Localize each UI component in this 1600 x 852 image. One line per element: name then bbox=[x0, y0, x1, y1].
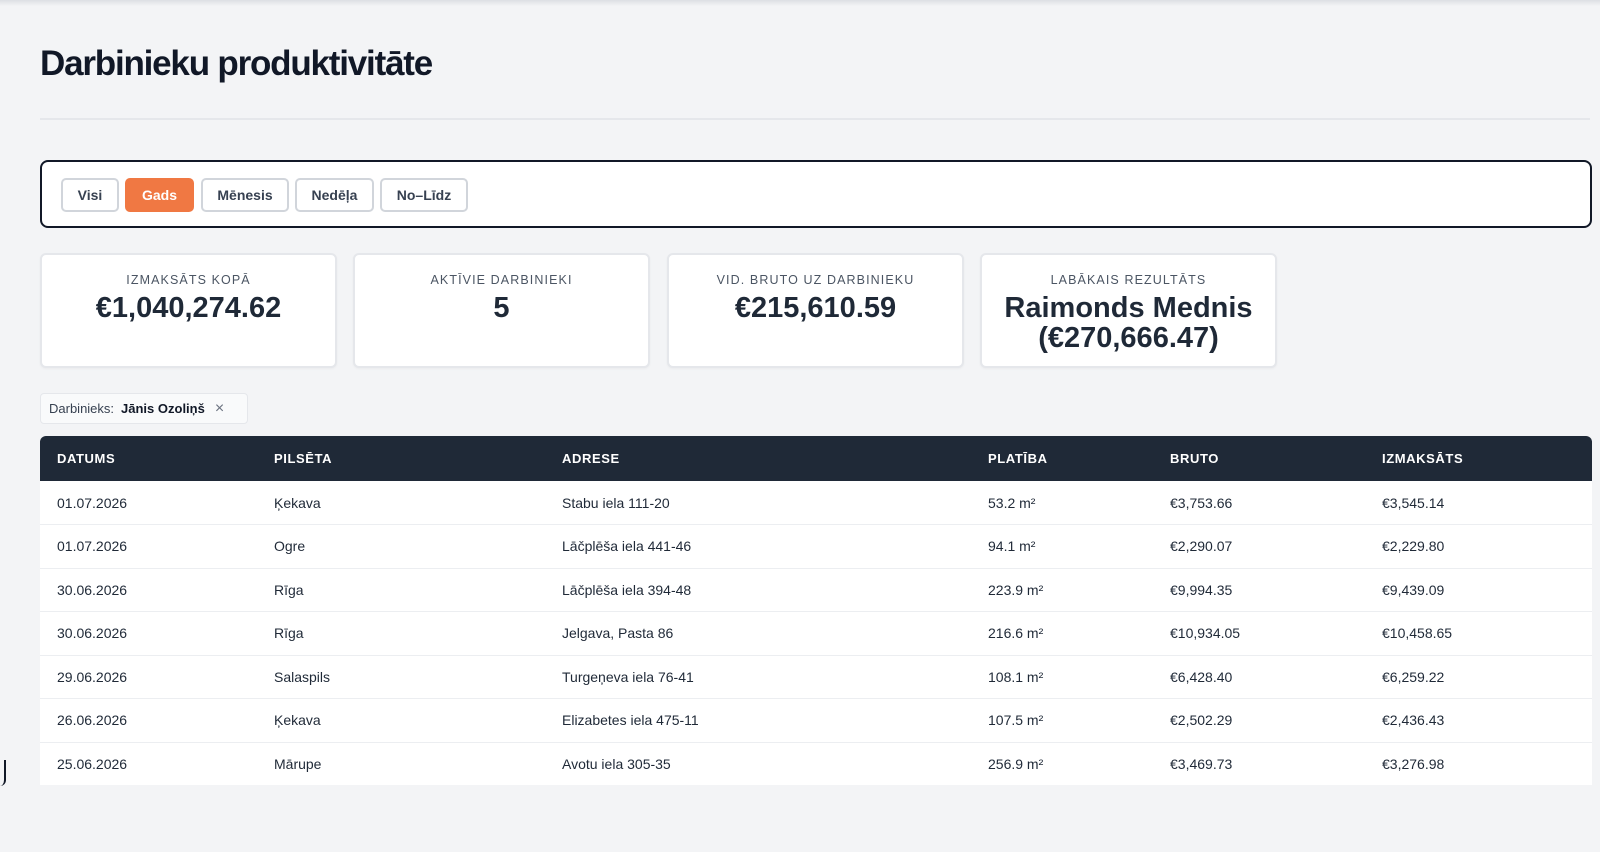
stat-card-best-result: LABĀKAIS REZULTĀTS Raimonds Mednis (€270… bbox=[980, 253, 1277, 368]
cell-city: Salaspils bbox=[274, 668, 331, 685]
table-row[interactable]: 01.07.2026 Ķekava Stabu iela 111-20 53.2… bbox=[40, 481, 1592, 525]
cell-paid: €3,545.14 bbox=[1382, 494, 1445, 511]
employee-filter-chip: Darbinieks: Jānis Ozoliņš × bbox=[40, 393, 248, 424]
cell-paid: €9,439.09 bbox=[1382, 581, 1445, 598]
edge-decoration bbox=[0, 760, 6, 786]
cell-area: 216.6 m² bbox=[988, 625, 1044, 642]
cell-area: 53.2 m² bbox=[988, 494, 1036, 511]
filter-all-button[interactable]: Visi bbox=[61, 178, 119, 212]
column-header-gross[interactable]: BRUTO bbox=[1153, 436, 1365, 481]
stat-label: AKTĪVIE DARBINIEKI bbox=[430, 273, 573, 287]
stat-label: VID. BRUTO UZ DARBINIEKU bbox=[716, 273, 915, 287]
period-filter-bar: Visi Gads Mēnesis Nedēļa No–Līdz bbox=[40, 160, 1592, 228]
filter-week-button[interactable]: Nedēļa bbox=[295, 178, 374, 212]
cell-address: Turgeņeva iela 76-41 bbox=[562, 668, 694, 685]
cell-gross: €9,994.35 bbox=[1170, 581, 1233, 598]
cell-gross: €3,469.73 bbox=[1170, 755, 1233, 772]
cell-date: 26.06.2026 bbox=[57, 712, 128, 729]
chip-label: Darbinieks: bbox=[49, 401, 115, 416]
cell-date: 29.06.2026 bbox=[57, 668, 128, 685]
cell-city: Ogre bbox=[274, 538, 306, 555]
stat-card-avg-gross: VID. BRUTO UZ DARBINIEKU €215,610.59 bbox=[667, 253, 964, 368]
cell-area: 94.1 m² bbox=[988, 538, 1036, 555]
filter-year-button[interactable]: Gads bbox=[125, 178, 194, 212]
cell-date: 30.06.2026 bbox=[57, 625, 128, 642]
stat-value: Raimonds Mednis (€270,666.47) bbox=[1004, 292, 1253, 354]
cell-city: Mārupe bbox=[274, 755, 322, 772]
stat-value: 5 bbox=[493, 292, 510, 324]
cell-paid: €3,276.98 bbox=[1382, 755, 1445, 772]
results-table: DATUMS PILSĒTA ADRESE PLATĪBA BRUTO IZMA… bbox=[40, 436, 1592, 785]
cell-date: 30.06.2026 bbox=[57, 581, 128, 598]
column-header-date[interactable]: DATUMS bbox=[40, 436, 257, 481]
cell-paid: €10,458.65 bbox=[1382, 625, 1453, 642]
cell-gross: €10,934.05 bbox=[1170, 625, 1241, 642]
title-divider bbox=[40, 118, 1590, 120]
column-header-paid[interactable]: IZMAKSĀTS bbox=[1365, 436, 1592, 481]
table-row[interactable]: 30.06.2026 Rīga Lāčplēša iela 394-48 223… bbox=[40, 568, 1592, 612]
cell-area: 223.9 m² bbox=[988, 581, 1044, 598]
cell-city: Rīga bbox=[274, 581, 304, 598]
cell-address: Lāčplēša iela 441-46 bbox=[562, 538, 692, 555]
cell-paid: €2,436.43 bbox=[1382, 712, 1445, 729]
cell-gross: €2,502.29 bbox=[1170, 712, 1233, 729]
cell-address: Lāčplēša iela 394-48 bbox=[562, 581, 692, 598]
column-header-area[interactable]: PLATĪBA bbox=[971, 436, 1153, 481]
cell-gross: €3,753.66 bbox=[1170, 494, 1233, 511]
cell-area: 108.1 m² bbox=[988, 668, 1044, 685]
cell-area: 256.9 m² bbox=[988, 755, 1044, 772]
stat-card-active-employees: AKTĪVIE DARBINIEKI 5 bbox=[353, 253, 650, 368]
cell-paid: €6,259.22 bbox=[1382, 668, 1445, 685]
column-header-city[interactable]: PILSĒTA bbox=[257, 436, 545, 481]
cell-area: 107.5 m² bbox=[988, 712, 1044, 729]
cell-date: 01.07.2026 bbox=[57, 538, 128, 555]
stat-label: LABĀKAIS REZULTĀTS bbox=[1050, 273, 1207, 287]
cell-gross: €2,290.07 bbox=[1170, 538, 1233, 555]
filter-month-button[interactable]: Mēnesis bbox=[201, 178, 289, 212]
page-title: Darbinieku produktivitāte bbox=[40, 44, 433, 83]
table-row[interactable]: 29.06.2026 Salaspils Turgeņeva iela 76-4… bbox=[40, 655, 1592, 699]
cell-city: Ķekava bbox=[274, 494, 321, 511]
top-shadow bbox=[0, 0, 1600, 6]
cell-address: Stabu iela 111-20 bbox=[562, 494, 670, 511]
cell-gross: €6,428.40 bbox=[1170, 668, 1233, 685]
filter-range-button[interactable]: No–Līdz bbox=[380, 178, 468, 212]
cell-address: Elizabetes iela 475-11 bbox=[562, 712, 699, 729]
stat-value: €1,040,274.62 bbox=[95, 292, 282, 324]
cell-city: Ķekava bbox=[274, 712, 321, 729]
cell-date: 25.06.2026 bbox=[57, 755, 128, 772]
close-icon[interactable]: × bbox=[215, 400, 224, 418]
chip-value: Jānis Ozoliņš bbox=[121, 401, 205, 416]
stat-label: IZMAKSĀTS KOPĀ bbox=[126, 273, 251, 287]
stat-value: €215,610.59 bbox=[734, 292, 897, 324]
cell-address: Avotu iela 305-35 bbox=[562, 755, 671, 772]
table-row[interactable]: 01.07.2026 Ogre Lāčplēša iela 441-46 94.… bbox=[40, 525, 1592, 568]
table-row[interactable]: 26.06.2026 Ķekava Elizabetes iela 475-11… bbox=[40, 699, 1592, 742]
table-row[interactable]: 25.06.2026 Mārupe Avotu iela 305-35 256.… bbox=[40, 742, 1592, 785]
table-header-row: DATUMS PILSĒTA ADRESE PLATĪBA BRUTO IZMA… bbox=[40, 436, 1592, 481]
cell-address: Jelgava, Pasta 86 bbox=[562, 625, 674, 642]
cell-date: 01.07.2026 bbox=[57, 494, 128, 511]
stat-card-total-paid: IZMAKSĀTS KOPĀ €1,040,274.62 bbox=[40, 253, 337, 368]
cell-city: Rīga bbox=[274, 625, 304, 642]
cell-paid: €2,229.80 bbox=[1382, 538, 1445, 555]
table-row[interactable]: 30.06.2026 Rīga Jelgava, Pasta 86 216.6 … bbox=[40, 612, 1592, 655]
column-header-address[interactable]: ADRESE bbox=[545, 436, 971, 481]
